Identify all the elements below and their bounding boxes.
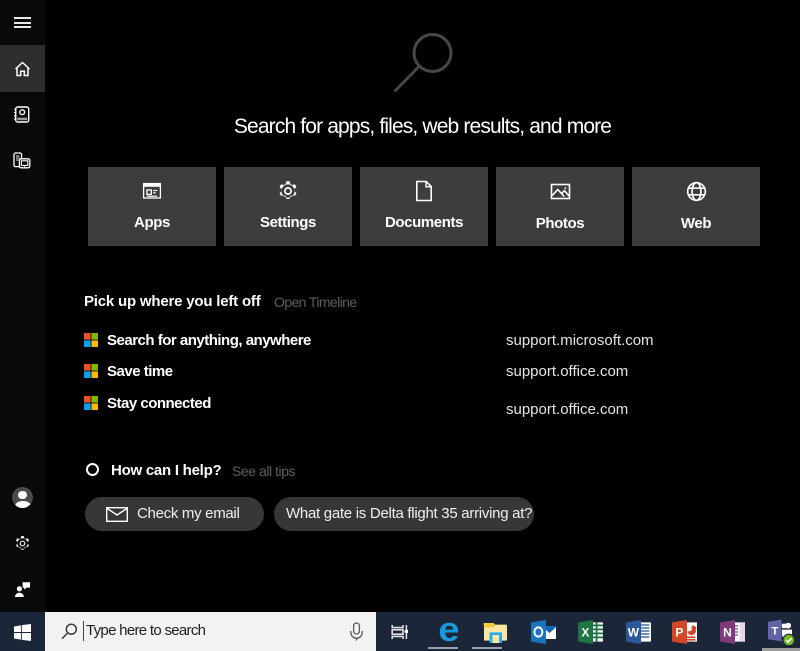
svg-text:P: P: [675, 626, 683, 640]
svg-text:N: N: [723, 626, 732, 640]
svg-text:X: X: [581, 626, 589, 640]
svg-text:W: W: [628, 626, 640, 640]
svg-text:T: T: [771, 625, 778, 637]
